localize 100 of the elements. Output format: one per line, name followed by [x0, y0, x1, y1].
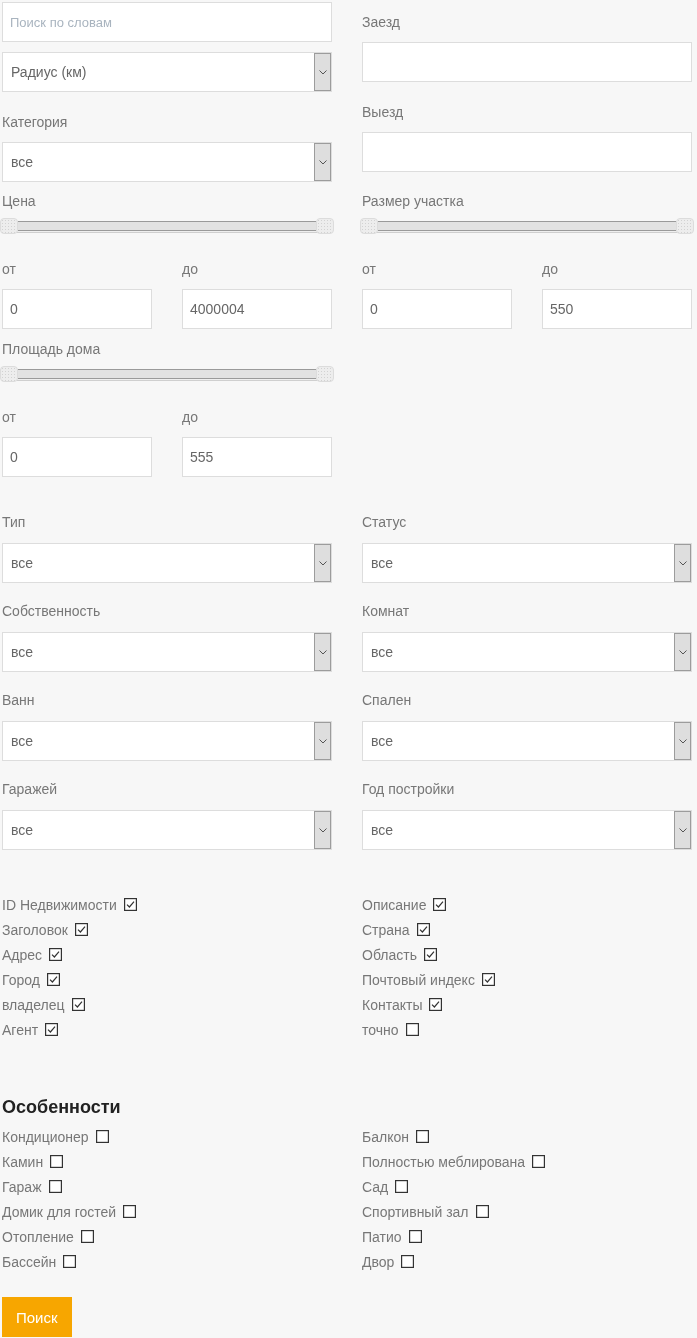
field-label: Категория	[2, 113, 68, 132]
search-field[interactable]: Поиск по словам	[2, 2, 332, 42]
field-label: Комнат	[362, 602, 410, 621]
checkbox[interactable]	[429, 998, 443, 1011]
checkbox[interactable]	[123, 898, 137, 911]
checkbox[interactable]	[48, 1180, 62, 1193]
field-label: Тип	[2, 513, 26, 532]
checkbox-label: Спортивный зал	[362, 1203, 469, 1220]
section-heading: Особенности	[2, 1096, 121, 1119]
slider-handle[interactable]	[316, 218, 334, 234]
checkbox[interactable]	[416, 923, 430, 936]
chevron-down-icon	[314, 633, 331, 671]
dropdown[interactable]: все	[362, 543, 692, 583]
slider-handle[interactable]	[676, 218, 694, 234]
checkbox[interactable]	[46, 973, 60, 986]
field-label: Размер участка	[362, 192, 464, 211]
checkbox-label: Домик для гостей	[2, 1203, 117, 1220]
checkbox-label: Адрес	[2, 946, 43, 963]
field-label: от	[2, 260, 16, 279]
checkbox-label: Двор	[362, 1253, 395, 1270]
checkbox[interactable]	[50, 1155, 64, 1168]
checkbox[interactable]	[49, 948, 63, 961]
checkbox-label: владелец	[2, 996, 65, 1013]
checkbox[interactable]	[63, 1255, 77, 1268]
field-label: от	[2, 408, 16, 427]
checkbox-label: Заголовок	[2, 921, 68, 938]
checkbox-label: Почтовый индекс	[362, 971, 475, 988]
field-label: Гаражей	[2, 780, 58, 799]
checkbox-label: Агент	[2, 1021, 39, 1038]
dropdown[interactable]: все	[362, 632, 692, 672]
checkbox[interactable]	[481, 973, 495, 986]
number-input[interactable]: 555	[182, 437, 332, 477]
chevron-down-icon	[674, 633, 691, 671]
field-label: Статус	[362, 513, 407, 532]
field-label: Ванн	[2, 691, 35, 710]
slider-track[interactable]	[0, 366, 334, 382]
chevron-down-icon	[674, 811, 691, 849]
dropdown[interactable]: все	[2, 543, 332, 583]
checkbox[interactable]	[45, 1023, 59, 1036]
field-label: Выезд	[362, 103, 404, 122]
chevron-down-icon	[674, 544, 691, 582]
field-label: Цена	[2, 192, 36, 211]
checkbox[interactable]	[80, 1230, 94, 1243]
field-label: Год постройки	[362, 780, 455, 799]
checkbox-label: Сад	[362, 1178, 389, 1195]
dropdown[interactable]: все	[362, 721, 692, 761]
field-label: от	[362, 260, 376, 279]
checkbox[interactable]	[532, 1155, 546, 1168]
checkbox-label: ID Недвижимости	[2, 896, 117, 913]
slider-handle[interactable]	[360, 218, 378, 234]
checkbox-label: Область	[362, 946, 417, 963]
checkbox[interactable]	[95, 1130, 109, 1143]
chevron-down-icon	[314, 544, 331, 582]
checkbox[interactable]	[71, 998, 85, 1011]
field-label: до	[182, 408, 198, 427]
slider-track[interactable]	[0, 218, 334, 234]
slider-handle[interactable]	[0, 218, 18, 234]
chevron-down-icon	[674, 722, 691, 760]
checkbox-label: Балкон	[362, 1128, 409, 1145]
field-label: до	[182, 260, 198, 279]
checkbox[interactable]	[401, 1255, 415, 1268]
number-input[interactable]: 0	[362, 289, 512, 329]
field-label: Спален	[362, 691, 412, 710]
slider-handle[interactable]	[316, 366, 334, 382]
field-label: Собственность	[2, 602, 101, 621]
checkbox-label: Контакты	[362, 996, 423, 1013]
checkbox-label: Описание	[362, 896, 427, 913]
chevron-down-icon	[314, 143, 331, 181]
date-input[interactable]	[362, 132, 692, 172]
dropdown[interactable]: все	[2, 142, 332, 182]
dropdown[interactable]: все	[2, 810, 332, 850]
slider-track[interactable]	[360, 218, 694, 234]
number-input[interactable]: 0	[2, 437, 152, 477]
dropdown[interactable]: все	[2, 632, 332, 672]
checkbox-label: Отопление	[2, 1228, 74, 1245]
chevron-down-icon	[314, 53, 331, 91]
slider-handle[interactable]	[0, 366, 18, 382]
checkbox[interactable]	[405, 1023, 419, 1036]
checkbox[interactable]	[433, 898, 447, 911]
checkbox-label: Бассейн	[2, 1253, 57, 1270]
checkbox[interactable]	[475, 1205, 489, 1218]
checkbox[interactable]	[415, 1130, 429, 1143]
date-input[interactable]	[362, 42, 692, 82]
checkbox-label: точно	[362, 1021, 399, 1038]
checkbox[interactable]	[423, 948, 437, 961]
number-input[interactable]: 0	[2, 289, 152, 329]
field-label: до	[542, 260, 558, 279]
dropdown[interactable]: все	[362, 810, 692, 850]
checkbox[interactable]	[408, 1230, 422, 1243]
dropdown[interactable]: Радиус (км)	[2, 52, 332, 92]
dropdown[interactable]: все	[2, 721, 332, 761]
checkbox[interactable]	[74, 923, 88, 936]
number-input[interactable]: 4000004	[182, 289, 332, 329]
checkbox-label: Гараж	[2, 1178, 42, 1195]
checkbox[interactable]	[395, 1180, 409, 1193]
number-input[interactable]: 550	[542, 289, 692, 329]
chevron-down-icon	[314, 811, 331, 849]
checkbox[interactable]	[123, 1205, 137, 1218]
checkbox-label: Страна	[362, 921, 410, 938]
chevron-down-icon	[314, 722, 331, 760]
